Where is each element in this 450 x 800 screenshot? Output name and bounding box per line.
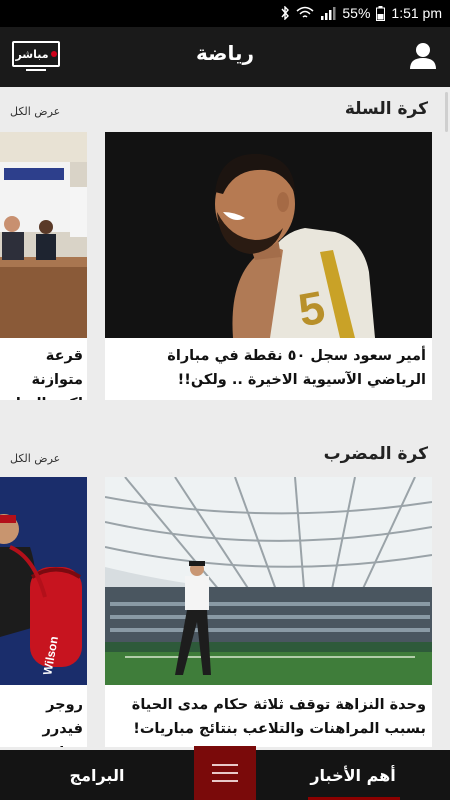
battery-icon (376, 5, 386, 21)
page-title: رياضة (196, 41, 254, 65)
news-headline: روجر فيدرر رعاية جديد (7, 697, 83, 747)
tab-programs[interactable]: البرامج (0, 750, 194, 800)
tennis-stadium-photo (105, 477, 432, 685)
wifi-icon (296, 6, 314, 18)
section-tennis: كرة المضرب عرض الكل وحدة النزاهة توقف ثل… (0, 432, 450, 752)
bottom-nav: أهم الأخبار البرامج (0, 746, 450, 800)
tab-top-news[interactable]: أهم الأخبار (256, 750, 450, 800)
view-all-link[interactable]: عرض الكل (10, 452, 60, 465)
view-all-link[interactable]: عرض الكل (10, 105, 60, 118)
status-bar: 55% 1:51 pm (0, 0, 450, 27)
news-headline: قرعة متوازنة لكرة السلة (7, 348, 83, 400)
battery-percent: 55% (342, 5, 371, 21)
section-title: كرة المضرب (323, 444, 428, 464)
app-bar: مباشر رياضة (0, 27, 450, 87)
news-card[interactable]: Wilson روجر فيدرر رعاية جديد (0, 477, 87, 747)
news-headline: وحدة النزاهة توقف ثلاثة حكام مدى الحياة … (131, 697, 426, 737)
bluetooth-icon (281, 6, 290, 20)
news-card[interactable]: قرعة متوازنة لكرة السلة (0, 132, 87, 400)
tennis-player-photo: Wilson (0, 477, 87, 685)
press-conference-photo (0, 132, 87, 338)
tv-stand (26, 69, 46, 71)
section-basketball: كرة السلة عرض الكل 5 أمير سعود سجل ٥٠ نق… (0, 87, 450, 417)
signal-icon (321, 7, 336, 20)
basketball-player-photo: 5 (105, 132, 432, 338)
hamburger-menu-icon[interactable] (194, 746, 256, 800)
clock: 1:51 pm (391, 5, 442, 21)
news-card[interactable]: وحدة النزاهة توقف ثلاثة حكام مدى الحياة … (105, 477, 432, 747)
user-icon[interactable] (408, 41, 438, 71)
section-title: كرة السلة (344, 99, 428, 119)
news-card[interactable]: 5 أمير سعود سجل ٥٠ نقطة في مباراة الرياض… (105, 132, 432, 400)
news-headline: أمير سعود سجل ٥٠ نقطة في مباراة الرياضي … (167, 348, 426, 388)
